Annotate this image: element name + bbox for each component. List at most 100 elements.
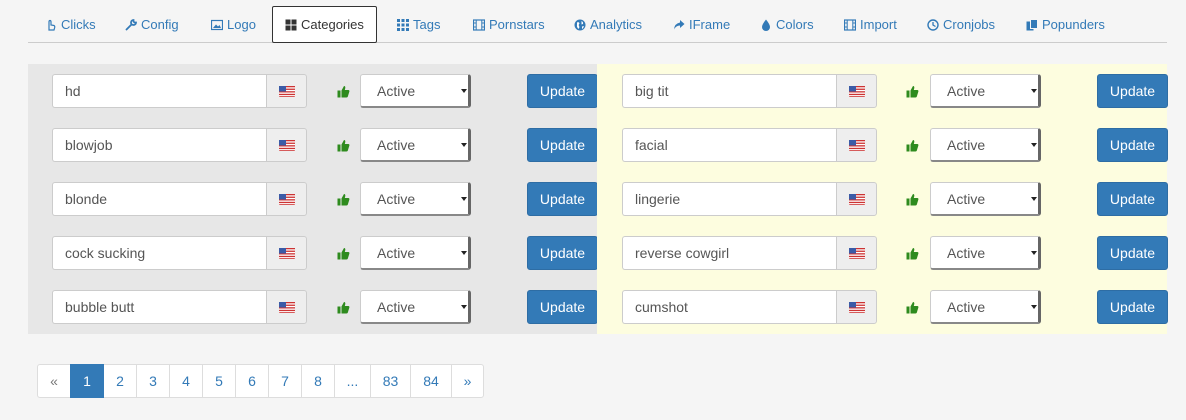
page-link-5[interactable]: 5 (202, 364, 236, 398)
category-name-group (52, 290, 307, 324)
page-link-84[interactable]: 84 (410, 364, 452, 398)
globe-icon (574, 19, 586, 31)
category-name-input[interactable] (622, 182, 836, 216)
thumbs-up-icon (906, 139, 919, 152)
category-row: Active Update (52, 128, 598, 162)
tab-categories[interactable]: Categories (272, 6, 377, 43)
chevron-down-icon (1029, 241, 1038, 265)
hand-pointer-icon (45, 19, 57, 31)
category-row: Active Update (622, 128, 1168, 162)
tab-label: IFrame (689, 17, 731, 32)
update-button[interactable]: Update (1097, 128, 1168, 162)
us-flag-icon (266, 236, 307, 270)
status-select[interactable]: Active (930, 236, 1041, 270)
category-name-group (622, 182, 877, 216)
page-next[interactable]: » (451, 364, 484, 398)
chevron-down-icon (459, 295, 468, 319)
status-select[interactable]: Active (360, 128, 471, 162)
admin-tabs: Clicks Config Logo Categories Tags Porns… (28, 6, 1167, 43)
page-link-1[interactable]: 1 (70, 364, 104, 398)
category-name-input[interactable] (52, 290, 266, 324)
page-ellipsis[interactable]: ... (334, 364, 371, 398)
update-button[interactable]: Update (1097, 236, 1168, 270)
page-link-8[interactable]: 8 (301, 364, 335, 398)
category-name-input[interactable] (52, 128, 266, 162)
thumbs-up-icon (906, 301, 919, 314)
tab-cronjobs[interactable]: Cronjobs (926, 6, 996, 43)
tab-label: Pornstars (489, 17, 545, 32)
tab-tags[interactable]: Tags (396, 6, 441, 43)
update-button[interactable]: Update (527, 290, 598, 324)
category-row: Active Update (52, 74, 598, 108)
chevron-down-icon (459, 241, 468, 265)
thumbs-up-icon (337, 193, 350, 206)
page-link-4[interactable]: 4 (169, 364, 203, 398)
tab-colors[interactable]: Colors (759, 6, 815, 43)
thumbs-up-icon (337, 301, 350, 314)
status-select[interactable]: Active (930, 182, 1041, 216)
update-button[interactable]: Update (527, 74, 598, 108)
chevron-down-icon (1029, 79, 1038, 103)
category-name-input[interactable] (52, 236, 266, 270)
tab-label: Config (141, 17, 179, 32)
thumbs-up-icon (906, 193, 919, 206)
status-select[interactable]: Active (930, 74, 1041, 108)
status-select-value: Active (377, 191, 416, 207)
page-link-3[interactable]: 3 (136, 364, 170, 398)
us-flag-icon (836, 74, 877, 108)
category-row: Active Update (622, 236, 1168, 270)
chevron-down-icon (459, 133, 468, 157)
status-select[interactable]: Active (360, 74, 471, 108)
page-link-7[interactable]: 7 (268, 364, 302, 398)
category-name-input[interactable] (622, 74, 836, 108)
page-link-83[interactable]: 83 (370, 364, 411, 398)
page-prev[interactable]: « (37, 364, 71, 398)
category-name-group (622, 236, 877, 270)
page-link-2[interactable]: 2 (103, 364, 137, 398)
category-name-group (52, 128, 307, 162)
update-button[interactable]: Update (1097, 182, 1168, 216)
category-name-group (622, 128, 877, 162)
chevron-down-icon (459, 79, 468, 103)
tab-pornstars[interactable]: Pornstars (472, 6, 546, 43)
status-select-value: Active (947, 83, 986, 99)
update-button[interactable]: Update (527, 236, 598, 270)
update-button[interactable]: Update (527, 182, 598, 216)
status-select-value: Active (377, 83, 416, 99)
tab-label: Cronjobs (943, 17, 996, 32)
category-name-input[interactable] (622, 290, 836, 324)
category-name-input[interactable] (52, 182, 266, 216)
tab-analytics[interactable]: Analytics (573, 6, 643, 43)
thumbs-up-icon (906, 247, 919, 260)
status-select-value: Active (377, 299, 416, 315)
status-select[interactable]: Active (360, 182, 471, 216)
category-name-input[interactable] (52, 74, 266, 108)
thumbs-up-icon (337, 85, 350, 98)
status-select[interactable]: Active (360, 290, 471, 324)
status-select[interactable]: Active (930, 128, 1041, 162)
update-button[interactable]: Update (527, 128, 598, 162)
category-name-input[interactable] (622, 128, 836, 162)
tab-iframe[interactable]: IFrame (672, 6, 731, 43)
tab-config[interactable]: Config (124, 6, 180, 43)
tab-popunders[interactable]: Popunders (1025, 6, 1106, 43)
thumbs-up-icon (337, 139, 350, 152)
update-button[interactable]: Update (1097, 74, 1168, 108)
status-select-value: Active (377, 245, 416, 261)
category-row: Active Update (52, 236, 598, 270)
thumbs-up-icon (337, 247, 350, 260)
status-select[interactable]: Active (360, 236, 471, 270)
us-flag-icon (266, 74, 307, 108)
category-name-group (622, 74, 877, 108)
tab-logo[interactable]: Logo (210, 6, 257, 43)
tab-clicks[interactable]: Clicks (44, 6, 97, 43)
category-name-input[interactable] (622, 236, 836, 270)
page-link-6[interactable]: 6 (235, 364, 269, 398)
tab-import[interactable]: Import (843, 6, 898, 43)
status-select[interactable]: Active (930, 290, 1041, 324)
us-flag-icon (836, 236, 877, 270)
category-row: Active Update (622, 74, 1168, 108)
update-button[interactable]: Update (1097, 290, 1168, 324)
category-list-right: Active Update Active Update Active Updat… (597, 64, 1168, 334)
status-select-value: Active (947, 245, 986, 261)
